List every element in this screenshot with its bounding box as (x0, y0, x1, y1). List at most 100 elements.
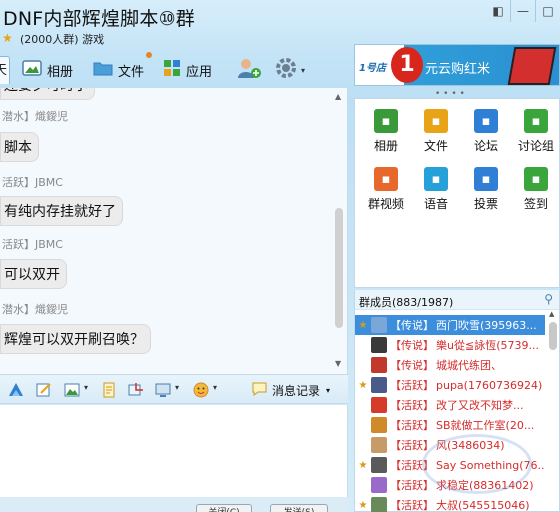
bottom-actions: 关闭(C) 发送(S) (0, 497, 348, 512)
member-row[interactable]: 【传说】 城城代练团、 (355, 355, 545, 375)
member-name: 大叔(545515046) (436, 499, 530, 512)
avatar (371, 457, 387, 473)
add-member-button[interactable] (236, 58, 262, 82)
member-row[interactable]: ★ 【活跃】 pupa(1760736924) (355, 375, 545, 395)
avatar (371, 417, 387, 433)
skin-icon[interactable]: ◧ (486, 0, 510, 22)
video-icon: ▪ (374, 167, 398, 191)
chat-bubble: 脚本 (0, 132, 39, 162)
screenshot-icon[interactable] (128, 382, 144, 398)
member-row[interactable]: ★ 【活跃】 大叔(545515046) (355, 495, 545, 512)
apps-icon (163, 59, 181, 81)
member-count-label: (2000人群) (20, 33, 79, 46)
member-row[interactable]: ★ 【传说】 西门吹雪(395963... (355, 315, 545, 335)
app-label: 讨论组 (517, 139, 554, 153)
star-icon: ★ (358, 319, 368, 331)
notification-dot (146, 52, 152, 58)
sticker-icon[interactable] (193, 382, 209, 398)
avatar (371, 477, 387, 493)
chevron-down-icon[interactable]: ▾ (84, 383, 88, 392)
member-row[interactable]: 【活跃】 改了又改不知梦... (355, 395, 545, 415)
scroll-up-icon[interactable]: ▲ (335, 92, 341, 101)
chevron-down-icon[interactable]: ▾ (175, 383, 179, 392)
group-category: 游戏 (82, 33, 105, 46)
gear-icon (274, 56, 298, 84)
app-label: 论坛 (473, 139, 498, 153)
message-history-button[interactable]: 消息记录 ▾ (252, 382, 330, 399)
close-button[interactable]: 关闭(C) (196, 504, 252, 512)
toolbar-album-button[interactable]: 相册 (22, 58, 73, 82)
chevron-down-icon: ▾ (326, 386, 331, 395)
toolbar-file-button[interactable]: 文件 (93, 58, 144, 82)
message-sender: 潜水】熾鑀児 (2, 303, 68, 316)
toolbar-file-label: 文件 (118, 64, 145, 80)
member-rank: 【传说】 (390, 359, 434, 372)
member-name: 改了又改不知梦... (436, 399, 524, 412)
scroll-down-icon[interactable]: ▼ (335, 359, 341, 368)
member-rank: 【活跃】 (390, 499, 434, 512)
watermark-logo (422, 434, 532, 494)
phone-image (507, 47, 557, 85)
ad-text: 元云购红米 (425, 62, 491, 77)
add-user-icon (236, 57, 262, 83)
star-icon: ★ (358, 499, 368, 511)
voice-icon: ▪ (424, 167, 448, 191)
settings-button[interactable]: ▾ (274, 58, 305, 82)
app-checkin[interactable]: ▪ 签到 (510, 167, 560, 212)
folder-icon: ▪ (424, 109, 448, 133)
member-rank: 【活跃】 (390, 379, 434, 392)
chevron-down-icon[interactable]: ▾ (213, 383, 217, 392)
scroll-thumb[interactable] (549, 322, 557, 350)
chat-bubble: 有纯内存挂就好了 (0, 196, 123, 226)
search-icon[interactable]: ⚲ (544, 292, 553, 306)
app-label: 签到 (523, 197, 548, 211)
toolbar-apps-label: 应用 (186, 64, 213, 80)
chat-bubble: 辉煌可以双开刷召唤？ (0, 324, 151, 354)
message-sender: 活跃】JBMC (2, 176, 63, 189)
app-forum[interactable]: ▪ 论坛 (460, 109, 512, 154)
document-icon[interactable] (101, 382, 117, 398)
emoji-edit-icon[interactable] (36, 382, 52, 398)
chat-scrollbar[interactable]: ▲ ▼ (333, 92, 345, 368)
send-button[interactable]: 发送(S) (270, 504, 328, 512)
chat-bubble: 可以双开 (0, 259, 67, 289)
app-voice[interactable]: ▪ 语音 (410, 167, 462, 212)
image-icon[interactable] (64, 382, 80, 398)
member-row[interactable]: 【传说】 樂u從≦詠恆(5739... (355, 335, 545, 355)
app-album[interactable]: ▪ 相册 (360, 109, 412, 154)
toolbar-apps-button[interactable]: 应用 (163, 58, 212, 82)
member-row[interactable]: 【活跃】 SB就做工作室(20... (355, 415, 545, 435)
screen-share-icon[interactable] (155, 382, 171, 398)
album-icon: ▪ (374, 109, 398, 133)
group-title: DNF内部辉煌脚本⑩群 (3, 8, 196, 30)
app-folder[interactable]: ▪ 文件 (410, 109, 462, 154)
app-label: 相册 (373, 139, 398, 153)
window-controls: ◧ — □ (486, 0, 560, 22)
member-rank: 【传说】 (390, 319, 434, 332)
app-video[interactable]: ▪ 群视频 (360, 167, 412, 212)
avatar (371, 437, 387, 453)
app-discussion[interactable]: ▪ 讨论组 (510, 109, 560, 154)
font-icon[interactable] (8, 382, 24, 398)
member-scrollbar[interactable]: ▲ (549, 310, 557, 510)
maximize-icon[interactable]: □ (536, 0, 560, 22)
message-input[interactable] (0, 405, 348, 497)
toolbar-album-label: 相册 (47, 64, 74, 80)
ad-banner[interactable]: 1号店 1 元云购红米 (354, 44, 560, 86)
tab-chat[interactable]: 天 (0, 56, 10, 84)
member-name: 西门吹雪(395963... (436, 319, 537, 332)
app-vote[interactable]: ▪ 投票 (460, 167, 512, 212)
forum-icon: ▪ (474, 109, 498, 133)
star-icon: ★ (2, 31, 13, 45)
member-count: 群成员(883/1987) (359, 296, 454, 309)
app-label: 群视频 (367, 197, 404, 211)
minimize-icon[interactable]: — (511, 0, 535, 22)
avatar (371, 357, 387, 373)
scroll-up-icon[interactable]: ▲ (549, 310, 554, 318)
scroll-thumb[interactable] (335, 208, 343, 328)
member-name: pupa(1760736924) (436, 378, 543, 392)
member-rank: 【活跃】 (390, 479, 434, 492)
history-icon (252, 382, 267, 399)
app-label: 语音 (423, 197, 448, 211)
grip-icon[interactable]: • • • • (435, 89, 465, 99)
